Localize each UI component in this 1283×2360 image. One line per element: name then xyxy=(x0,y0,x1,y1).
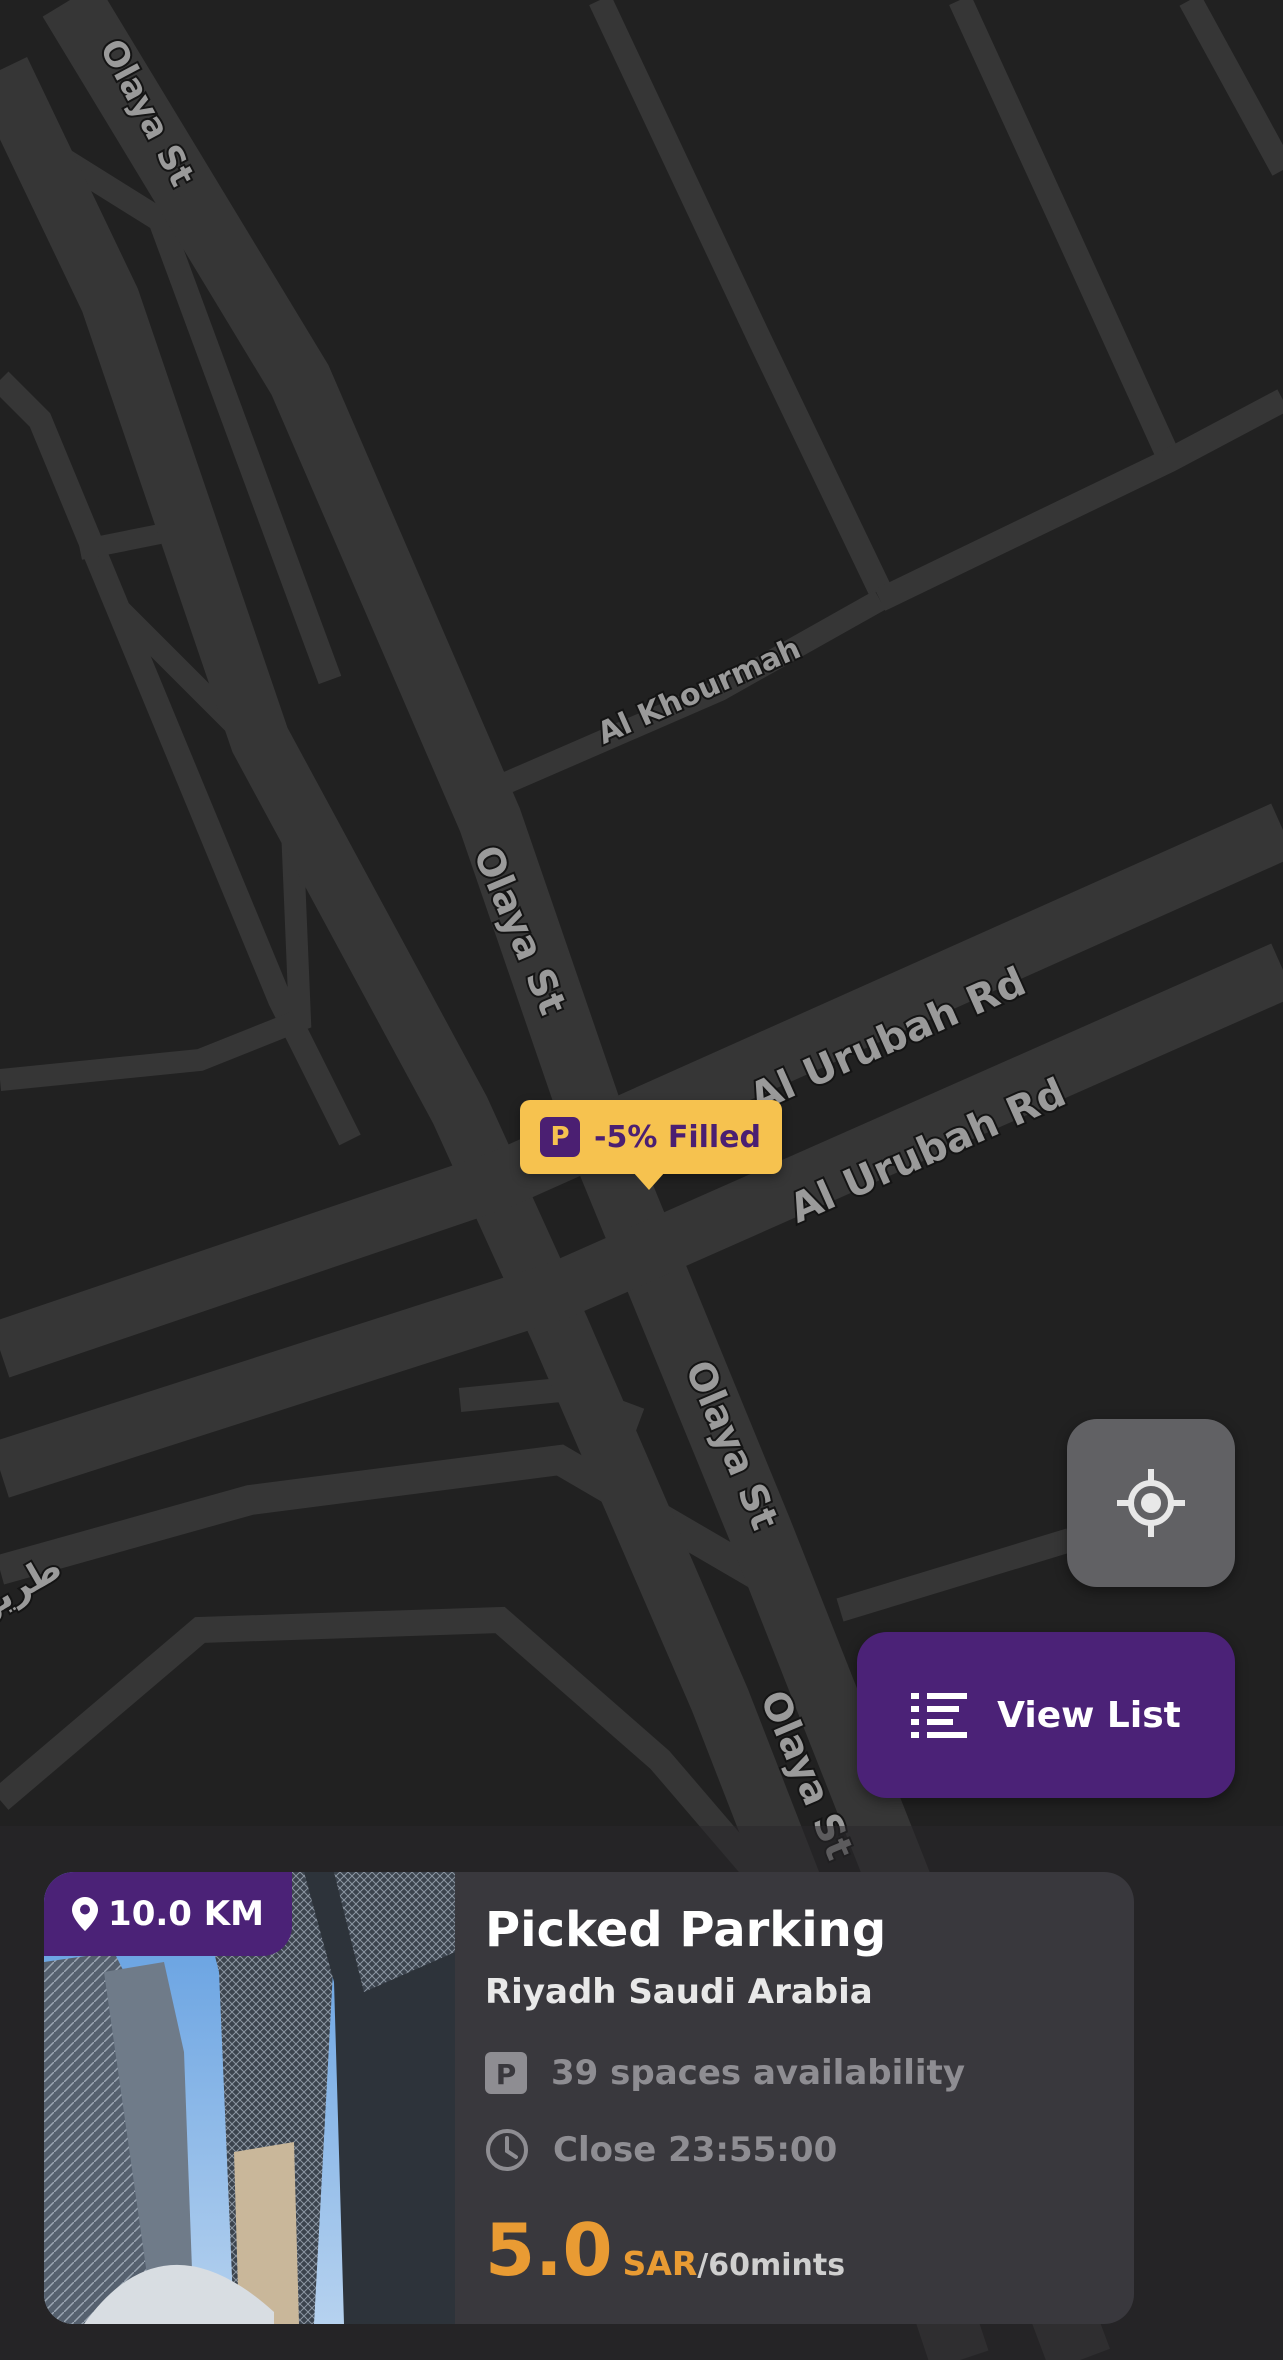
price-currency: SAR xyxy=(622,2244,698,2283)
parking-icon: P xyxy=(485,2052,527,2094)
close-time-row: Close 23:55:00 xyxy=(485,2128,837,2172)
view-list-label: View List xyxy=(997,1694,1181,1736)
marker-label: -5% Filled xyxy=(594,1119,761,1155)
parking-icon: P xyxy=(540,1117,580,1157)
distance-text: 10.0 KM xyxy=(108,1894,264,1934)
parking-marker[interactable]: P -5% Filled xyxy=(520,1100,782,1190)
spaces-available: 39 spaces availability xyxy=(551,2053,965,2093)
view-list-button[interactable]: View List xyxy=(857,1632,1235,1798)
crosshair-icon xyxy=(1117,1469,1185,1537)
clock-icon xyxy=(486,2129,528,2171)
list-icon xyxy=(911,1693,968,1738)
parking-card[interactable]: 10.0 KM Picked Parking Riyadh Saudi Arab… xyxy=(44,1872,1134,2324)
locate-me-button[interactable] xyxy=(1067,1419,1235,1587)
svg-text:P: P xyxy=(496,2058,517,2091)
parking-location: Riyadh Saudi Arabia xyxy=(485,1972,873,2012)
spaces-row: P 39 spaces availability xyxy=(485,2052,965,2094)
price-unit: /60mints xyxy=(697,2248,846,2283)
location-pin-icon xyxy=(72,1897,99,1931)
price-value: 5.0 xyxy=(485,2208,613,2292)
price: 5.0 SAR /60mints xyxy=(485,2208,845,2292)
distance-badge: 10.0 KM xyxy=(44,1872,292,1956)
parking-title: Picked Parking xyxy=(485,1902,887,1958)
close-time: Close 23:55:00 xyxy=(553,2130,838,2170)
